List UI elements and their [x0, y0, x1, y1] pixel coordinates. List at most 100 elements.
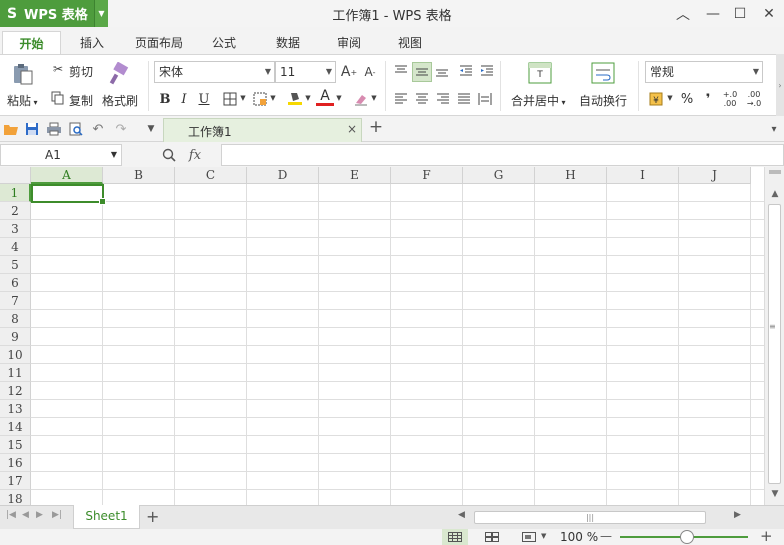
zoom-slider[interactable]: [620, 530, 748, 544]
select-all-corner[interactable]: [0, 167, 31, 184]
zoom-in-icon[interactable]: +: [760, 527, 773, 545]
distributed-align-icon[interactable]: [476, 90, 494, 108]
column-header-b[interactable]: B: [103, 167, 175, 184]
scroll-left-icon[interactable]: ◀: [458, 510, 465, 520]
last-sheet-icon[interactable]: ▶|: [52, 510, 62, 520]
tab-insert[interactable]: 插入: [66, 31, 118, 54]
column-header-c[interactable]: C: [175, 167, 247, 184]
page-break-view-icon[interactable]: [479, 529, 505, 545]
vertical-scrollbar[interactable]: ▲ ≡ ▼: [764, 167, 784, 505]
underline-button[interactable]: U: [195, 90, 213, 108]
name-box[interactable]: A1 ▼: [0, 144, 122, 166]
align-center-icon[interactable]: [413, 90, 431, 108]
column-header-d[interactable]: D: [247, 167, 319, 184]
first-sheet-icon[interactable]: |◀: [6, 510, 16, 520]
row-header-15[interactable]: 15: [0, 436, 31, 454]
align-left-icon[interactable]: [392, 90, 410, 108]
save-icon[interactable]: [24, 121, 40, 137]
zoom-slider-thumb[interactable]: [680, 530, 694, 544]
undo-icon[interactable]: ↶: [90, 121, 106, 137]
format-painter-button[interactable]: 格式刷: [102, 92, 138, 109]
paste-button[interactable]: 粘贴 ▾: [7, 92, 38, 109]
print-icon[interactable]: [46, 121, 62, 137]
zoom-search-icon[interactable]: [161, 147, 177, 163]
app-menu-button[interactable]: S WPS 表格 ▼: [0, 0, 108, 27]
cell-style-dropdown-icon[interactable]: ▼: [269, 93, 277, 103]
column-header-f[interactable]: F: [391, 167, 463, 184]
increase-decimal-button[interactable]: +.0 .00: [720, 88, 740, 110]
customize-toolbar-icon[interactable]: ▼: [143, 121, 159, 137]
currency-icon[interactable]: ¥: [648, 90, 666, 108]
tab-list-icon[interactable]: ▾: [766, 121, 782, 137]
font-color-dropdown-icon[interactable]: ▼: [335, 93, 343, 103]
percent-button[interactable]: %: [678, 90, 696, 108]
maximize-button[interactable]: ☐: [725, 0, 755, 27]
column-header-j[interactable]: J: [679, 167, 751, 184]
column-header-a[interactable]: A: [31, 167, 103, 184]
font-name-select[interactable]: 宋体 ▼: [154, 61, 275, 83]
cut-button[interactable]: 剪切: [69, 63, 93, 80]
clear-format-icon[interactable]: [352, 90, 370, 108]
justify-icon[interactable]: [455, 90, 473, 108]
add-sheet-icon[interactable]: +: [146, 507, 159, 526]
wrap-text-button[interactable]: 自动换行: [579, 92, 627, 109]
zoom-level[interactable]: 100 %: [560, 530, 598, 544]
minimize-button[interactable]: —: [698, 0, 728, 27]
decrease-font-icon[interactable]: A-: [362, 63, 378, 81]
font-color-button[interactable]: A: [316, 88, 334, 106]
copy-button[interactable]: 复制: [69, 92, 93, 109]
align-middle-icon[interactable]: [412, 62, 432, 82]
row-header-3[interactable]: 3: [0, 220, 31, 238]
increase-indent-icon[interactable]: [478, 62, 496, 80]
row-header-9[interactable]: 9: [0, 328, 31, 346]
merge-center-icon[interactable]: T: [528, 61, 552, 85]
row-header-5[interactable]: 5: [0, 256, 31, 274]
clear-format-dropdown-icon[interactable]: ▼: [370, 93, 378, 103]
tab-data[interactable]: 数据: [262, 31, 314, 54]
bold-button[interactable]: B: [156, 90, 174, 108]
open-folder-icon[interactable]: [3, 121, 19, 137]
thousands-separator-button[interactable]: ❜: [699, 90, 717, 108]
cell-area[interactable]: [31, 184, 764, 505]
collapse-ribbon-icon[interactable]: ︿: [668, 0, 698, 27]
decrease-indent-icon[interactable]: [457, 62, 475, 80]
row-header-11[interactable]: 11: [0, 364, 31, 382]
view-dropdown-icon[interactable]: ▼: [541, 532, 546, 540]
align-right-icon[interactable]: [434, 90, 452, 108]
currency-dropdown-icon[interactable]: ▼: [666, 93, 674, 103]
vertical-scroll-thumb[interactable]: [768, 204, 781, 484]
row-header-18[interactable]: 18: [0, 490, 31, 505]
row-header-1[interactable]: 1: [0, 184, 31, 202]
insert-function-button[interactable]: fx: [186, 146, 204, 164]
row-header-6[interactable]: 6: [0, 274, 31, 292]
fill-color-dropdown-icon[interactable]: ▼: [304, 93, 312, 103]
column-header-g[interactable]: G: [463, 167, 535, 184]
scroll-down-icon[interactable]: ▼: [769, 487, 781, 501]
border-icon[interactable]: [221, 90, 239, 108]
align-top-icon[interactable]: [392, 62, 410, 80]
font-size-select[interactable]: 11 ▼: [275, 61, 336, 83]
align-bottom-icon[interactable]: [433, 62, 451, 80]
tab-formulas[interactable]: 公式: [198, 31, 250, 54]
scissors-icon[interactable]: ✂: [50, 61, 66, 77]
copy-icon[interactable]: [50, 90, 66, 106]
active-cell[interactable]: [31, 184, 106, 205]
column-header-e[interactable]: E: [319, 167, 391, 184]
row-header-4[interactable]: 4: [0, 238, 31, 256]
row-header-10[interactable]: 10: [0, 346, 31, 364]
fill-color-icon[interactable]: [286, 89, 304, 107]
decrease-decimal-button[interactable]: .00 →.0: [743, 88, 765, 110]
normal-view-icon[interactable]: [442, 529, 468, 545]
tab-home[interactable]: 开始: [2, 31, 61, 54]
row-header-16[interactable]: 16: [0, 454, 31, 472]
format-painter-icon[interactable]: [106, 61, 132, 87]
row-header-13[interactable]: 13: [0, 400, 31, 418]
next-sheet-icon[interactable]: ▶: [36, 510, 43, 520]
prev-sheet-icon[interactable]: ◀: [22, 510, 29, 520]
print-preview-icon[interactable]: [68, 121, 84, 137]
row-header-12[interactable]: 12: [0, 382, 31, 400]
redo-icon[interactable]: ↷: [113, 121, 129, 137]
row-header-2[interactable]: 2: [0, 202, 31, 220]
tab-page-layout[interactable]: 页面布局: [128, 31, 190, 54]
row-header-14[interactable]: 14: [0, 418, 31, 436]
